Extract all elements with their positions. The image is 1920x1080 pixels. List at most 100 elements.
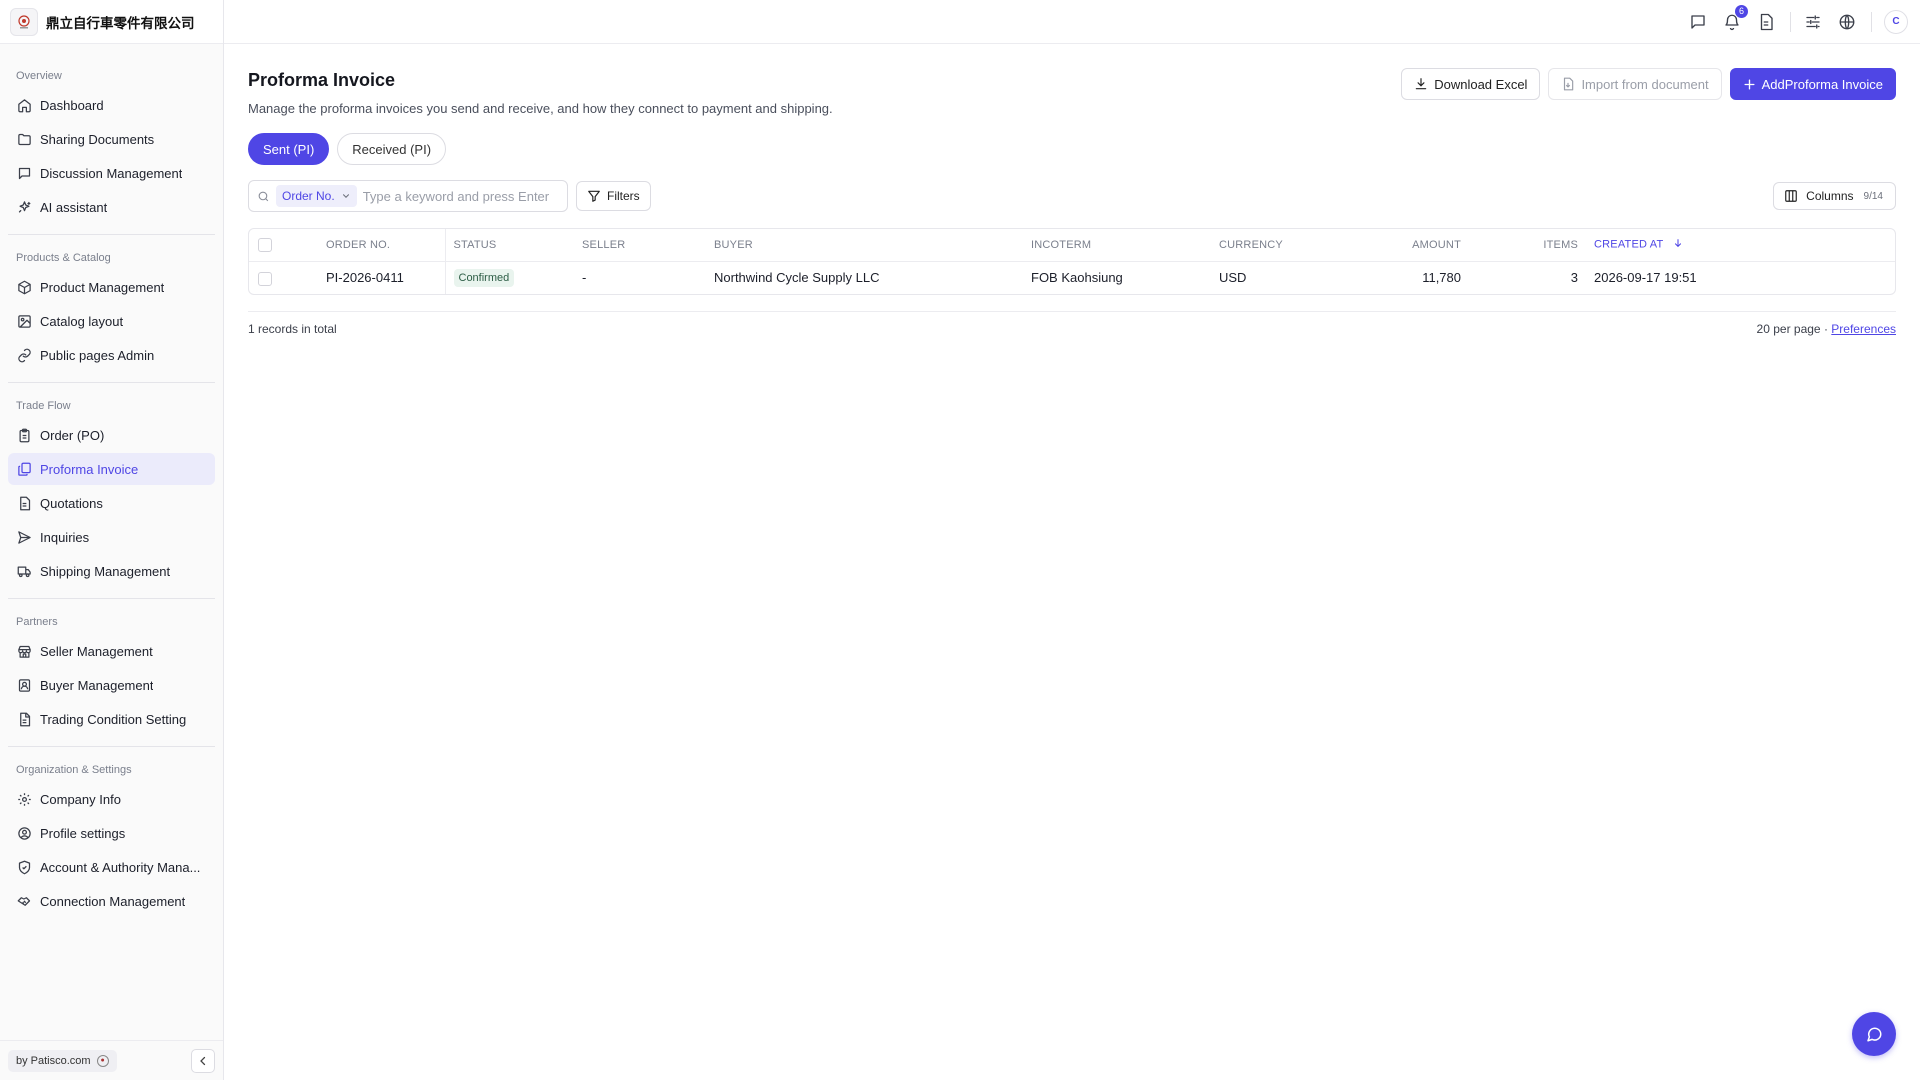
sidebar-item-inquiries[interactable]: Inquiries xyxy=(8,521,215,553)
pagination-info: 20 per page · Preferences xyxy=(1757,322,1896,336)
plus-icon xyxy=(1743,78,1756,91)
table-toolbar: Order No. Filters Columns 9/14 xyxy=(248,180,1896,212)
sidebar-item-catalog-layout[interactable]: Catalog layout xyxy=(8,305,215,337)
topbar: 6 C xyxy=(224,0,1920,44)
message-icon xyxy=(16,165,32,181)
file-import-icon xyxy=(1561,77,1575,91)
brand[interactable]: 鼎立自行車零件有限公司 xyxy=(0,0,223,44)
select-all-cell xyxy=(249,229,277,262)
search-input[interactable] xyxy=(362,188,559,204)
sidebar-item-account-authority[interactable]: Account & Authority Mana... xyxy=(8,851,215,883)
contact-icon xyxy=(16,677,32,693)
sliders-icon xyxy=(1806,14,1820,29)
invoice-table: ORDER NO. STATUS SELLER BUYER INCOTERM C… xyxy=(248,228,1896,295)
divider xyxy=(8,746,215,747)
sidebar-nav: Overview Dashboard Sharing Documents Dis… xyxy=(0,44,223,917)
avatar[interactable]: C xyxy=(1884,9,1908,34)
sidebar-item-profile-settings[interactable]: Profile settings xyxy=(8,817,215,849)
column-header-amount[interactable]: AMOUNT xyxy=(1339,229,1461,262)
sidebar-item-order-po[interactable]: Order (PO) xyxy=(8,419,215,451)
per-page-label[interactable]: 20 per page xyxy=(1757,322,1821,336)
message-square-icon xyxy=(1691,14,1705,29)
column-header-incoterm[interactable]: INCOTERM xyxy=(1031,229,1219,262)
file-icon xyxy=(1760,13,1773,30)
user-circle-icon xyxy=(16,825,32,841)
sidebar-item-ai-assistant[interactable]: AI assistant xyxy=(8,191,215,223)
sidebar-item-label: Discussion Management xyxy=(40,165,183,181)
column-header-created-at[interactable]: CREATED AT xyxy=(1578,229,1895,262)
gear-icon xyxy=(16,791,32,807)
notifications-button[interactable]: 6 xyxy=(1720,4,1748,34)
select-all-checkbox[interactable] xyxy=(258,237,272,252)
add-proforma-invoice-label: AddProforma Invoice xyxy=(1761,76,1883,92)
created-at-label: CREATED AT xyxy=(1594,238,1664,251)
tab-sent-pi[interactable]: Sent (PI) xyxy=(248,133,330,165)
sidebar-item-quotations[interactable]: Quotations xyxy=(8,487,215,519)
sidebar-item-dashboard[interactable]: Dashboard xyxy=(8,89,215,121)
table-row[interactable]: PI-2026-0411 Confirmed - Northwind Cycle… xyxy=(249,261,1895,294)
file-text-icon xyxy=(16,711,32,727)
cell-created-at: 2026-09-17 19:51 xyxy=(1594,270,1697,286)
settings-sliders-button[interactable] xyxy=(1801,10,1825,34)
documents-button[interactable] xyxy=(1754,10,1778,34)
sidebar-item-sharing-documents[interactable]: Sharing Documents xyxy=(8,123,215,155)
sidebar-item-label: Company Info xyxy=(40,791,121,807)
company-name: 鼎立自行車零件有限公司 xyxy=(46,15,195,31)
add-proforma-invoice-button[interactable]: AddProforma Invoice xyxy=(1729,68,1896,100)
powered-by-link[interactable]: by Patisco.com ● xyxy=(8,1049,117,1072)
columns-count: 9/14 xyxy=(1863,190,1883,202)
sidebar-item-shipping-management[interactable]: Shipping Management xyxy=(8,555,215,587)
section-partners: Partners xyxy=(16,616,58,628)
column-header-items[interactable]: ITEMS xyxy=(1461,229,1578,262)
invoice-tabs: Sent (PI) Received (PI) xyxy=(248,133,1896,165)
divider xyxy=(8,234,215,235)
notification-badge: 6 xyxy=(1735,4,1748,18)
columns-label: Columns xyxy=(1806,189,1854,203)
truck-icon xyxy=(16,563,32,579)
sidebar-item-trading-condition-setting[interactable]: Trading Condition Setting xyxy=(8,703,215,735)
chevron-down-icon xyxy=(341,191,351,201)
messages-button[interactable] xyxy=(1686,10,1710,34)
store-icon xyxy=(16,643,32,659)
preferences-link[interactable]: Preferences xyxy=(1831,322,1896,336)
clipboard-icon xyxy=(16,427,32,443)
download-excel-button[interactable]: Download Excel xyxy=(1401,68,1541,100)
language-button[interactable] xyxy=(1835,10,1859,34)
column-header-currency[interactable]: CURRENCY xyxy=(1219,229,1339,262)
collapse-sidebar-button[interactable] xyxy=(191,1048,215,1073)
page-title: Proforma Invoice xyxy=(248,70,396,90)
sidebar-item-label: Profile settings xyxy=(40,825,126,841)
sidebar-item-proforma-invoice[interactable]: Proforma Invoice xyxy=(8,453,215,485)
download-icon xyxy=(1414,77,1428,91)
sidebar-item-seller-management[interactable]: Seller Management xyxy=(8,635,215,667)
column-header-order-no[interactable]: ORDER NO. xyxy=(277,229,446,262)
column-header-buyer[interactable]: BUYER xyxy=(714,229,1031,262)
divider xyxy=(1790,11,1791,32)
column-header-status[interactable]: STATUS xyxy=(445,229,582,262)
chat-button[interactable] xyxy=(1852,1012,1896,1056)
sparkles-icon xyxy=(16,199,32,215)
columns-button[interactable]: Columns 9/14 xyxy=(1773,182,1896,210)
row-checkbox[interactable] xyxy=(258,271,272,286)
sidebar-item-discussion-management[interactable]: Discussion Management xyxy=(8,157,215,189)
sidebar-item-connection-management[interactable]: Connection Management xyxy=(8,885,215,917)
sidebar-item-company-info[interactable]: Company Info xyxy=(8,783,215,815)
section-overview: Overview xyxy=(16,70,62,82)
sidebar-item-buyer-management[interactable]: Buyer Management xyxy=(8,669,215,701)
cell-order-no[interactable]: PI-2026-0411 xyxy=(277,261,446,294)
page-description: Manage the proforma invoices you send an… xyxy=(248,101,833,116)
cell-seller: - xyxy=(582,270,587,286)
column-header-seller[interactable]: SELLER xyxy=(582,229,714,262)
sidebar-item-label: Connection Management xyxy=(40,893,186,909)
sidebar-item-label: Public pages Admin xyxy=(40,347,155,363)
sidebar-item-product-management[interactable]: Product Management xyxy=(8,271,215,303)
search-field-select[interactable]: Order No. xyxy=(276,185,357,207)
main-content: Proforma Invoice Manage the proforma inv… xyxy=(248,44,1896,336)
tab-received-pi[interactable]: Received (PI) xyxy=(337,133,447,165)
sidebar-item-label: Dashboard xyxy=(40,97,104,113)
import-from-document-button[interactable]: Import from document xyxy=(1548,68,1722,100)
sidebar-item-label: Account & Authority Mana... xyxy=(40,859,201,875)
sidebar-item-public-pages-admin[interactable]: Public pages Admin xyxy=(8,339,215,371)
filters-button[interactable]: Filters xyxy=(576,181,651,211)
handshake-icon xyxy=(16,893,32,909)
